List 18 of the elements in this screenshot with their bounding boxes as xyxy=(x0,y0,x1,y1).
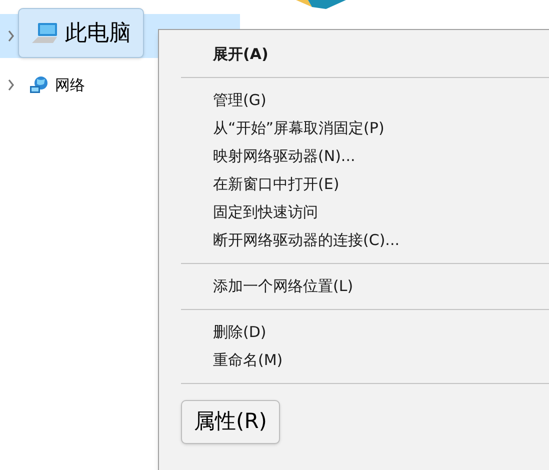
tree-item-label: 此电脑 xyxy=(65,20,131,48)
menu-item[interactable]: 固定到快速访问 xyxy=(213,200,318,224)
menu-item[interactable]: 重命名(M) xyxy=(213,348,283,372)
chevron-icon[interactable] xyxy=(7,30,15,42)
menu-item[interactable]: 在新窗口中打开(E) xyxy=(213,172,340,196)
chevron-icon[interactable] xyxy=(7,79,15,91)
magnified-menu-item[interactable]: 属性(R) xyxy=(181,400,280,444)
menu-item[interactable]: 映射网络驱动器(N)... xyxy=(213,144,356,168)
menu-item[interactable]: 断开网络驱动器的连接(C)... xyxy=(213,228,400,252)
menu-item[interactable]: 管理(G) xyxy=(213,88,266,112)
tree-item-label[interactable]: 网络 xyxy=(55,74,85,96)
menu-item[interactable]: 从“开始”屏幕取消固定(P) xyxy=(213,116,384,140)
menu-item[interactable]: 添加一个网络位置(L) xyxy=(213,274,354,298)
menu-item[interactable]: 展开(A) xyxy=(213,42,268,66)
computer-icon xyxy=(31,22,59,44)
network-globe-icon xyxy=(29,76,49,94)
triangle-icon xyxy=(296,0,346,9)
menu-item[interactable]: 删除(D) xyxy=(213,320,266,344)
